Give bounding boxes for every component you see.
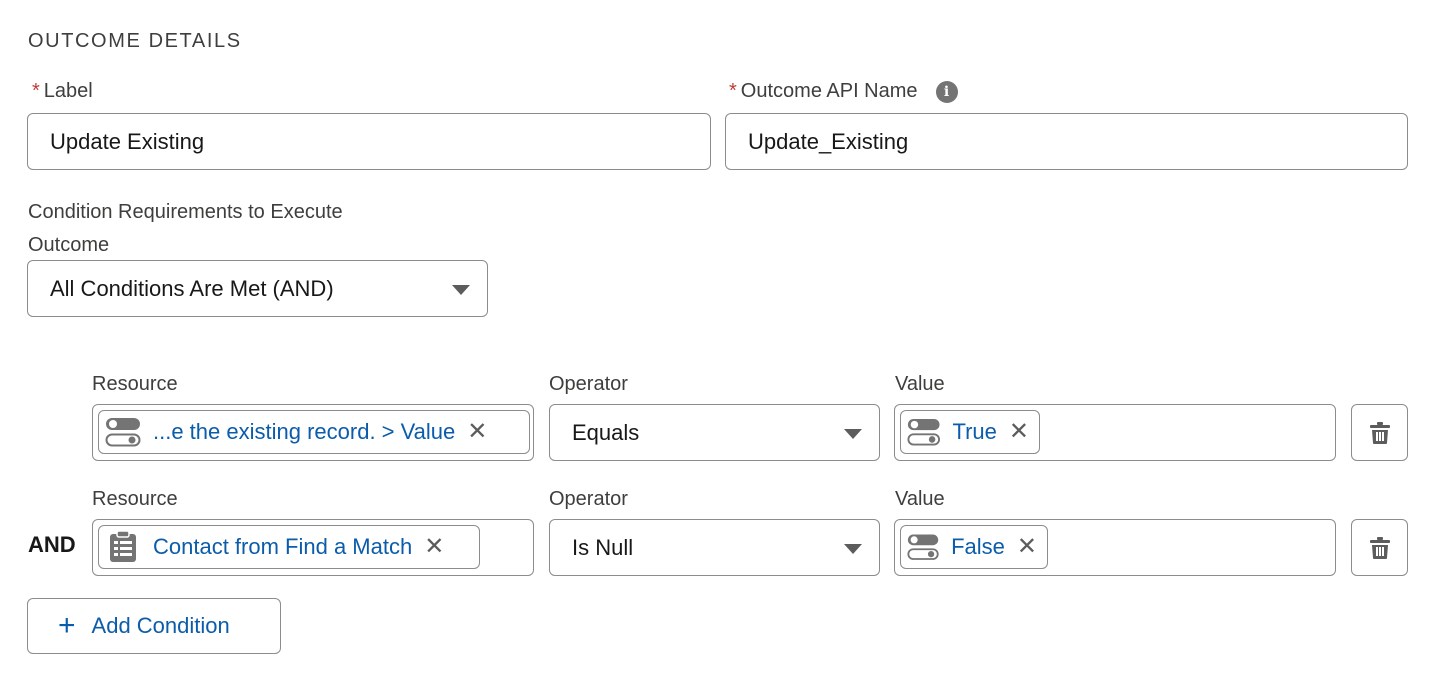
close-icon[interactable]: ✕ bbox=[467, 420, 487, 444]
resource-pill-label: Contact from Find a Match bbox=[153, 534, 413, 559]
add-condition-button[interactable]: + Add Condition bbox=[27, 598, 281, 654]
label-input-value: Update Existing bbox=[50, 128, 205, 154]
condition-requirements-select[interactable]: All Conditions Are Met (AND) bbox=[27, 260, 488, 317]
trash-icon bbox=[1369, 536, 1390, 559]
operator-select-value: Is Null bbox=[572, 534, 634, 560]
value-pill[interactable]: False ✕ bbox=[900, 525, 1048, 569]
operator-select-value: Equals bbox=[572, 419, 640, 445]
resource-pill[interactable]: ...e the existing record. > Value ✕ bbox=[98, 410, 530, 454]
value-pill-label: False bbox=[951, 534, 1005, 559]
chevron-down-icon bbox=[452, 285, 470, 295]
value-input[interactable]: False ✕ bbox=[894, 519, 1336, 576]
resource-label: Resource bbox=[92, 488, 178, 510]
value-label: Value bbox=[895, 373, 945, 395]
operator-select[interactable]: Is Null bbox=[549, 519, 880, 576]
condition-requirements-label-line2: Outcome bbox=[28, 234, 110, 256]
close-icon[interactable]: ✕ bbox=[1009, 420, 1029, 444]
value-label: Value bbox=[895, 488, 945, 510]
section-title: OUTCOME DETAILS bbox=[28, 30, 242, 52]
delete-condition-button[interactable] bbox=[1351, 404, 1408, 461]
value-pill[interactable]: True ✕ bbox=[900, 410, 1040, 454]
condition-requirements-label: Condition Requirements to Execute Outcom… bbox=[28, 196, 343, 262]
label-input[interactable]: Update Existing bbox=[27, 113, 711, 170]
required-marker: * bbox=[729, 80, 737, 102]
label-field-label-text: Label bbox=[43, 80, 93, 102]
resource-pill-label: ...e the existing record. > Value bbox=[153, 419, 456, 444]
value-pill-label: True bbox=[952, 419, 997, 444]
info-icon[interactable]: i bbox=[935, 80, 958, 103]
chevron-down-icon bbox=[844, 544, 862, 554]
toggle-icon bbox=[907, 534, 939, 560]
api-name-input-value: Update_Existing bbox=[748, 128, 909, 154]
operator-label: Operator bbox=[549, 488, 628, 510]
plus-icon: + bbox=[58, 609, 76, 642]
record-icon bbox=[110, 531, 136, 562]
resource-pill[interactable]: Contact from Find a Match ✕ bbox=[98, 525, 480, 569]
resource-label: Resource bbox=[92, 373, 178, 395]
api-name-field-label-text: Outcome API Name bbox=[740, 80, 918, 102]
close-icon[interactable]: ✕ bbox=[424, 535, 444, 559]
required-marker: * bbox=[32, 80, 40, 102]
close-icon[interactable]: ✕ bbox=[1017, 535, 1037, 559]
operator-select[interactable]: Equals bbox=[549, 404, 880, 461]
toggle-icon bbox=[105, 418, 141, 447]
toggle-icon bbox=[907, 418, 941, 446]
condition-requirements-select-value: All Conditions Are Met (AND) bbox=[50, 275, 334, 301]
trash-icon bbox=[1369, 421, 1390, 444]
add-condition-label: Add Condition bbox=[91, 613, 230, 638]
resource-input[interactable]: ...e the existing record. > Value ✕ bbox=[92, 404, 534, 461]
label-field-label: * Label bbox=[32, 80, 93, 103]
delete-condition-button[interactable] bbox=[1351, 519, 1408, 576]
api-name-field-label: * Outcome API Name i bbox=[729, 80, 958, 103]
chevron-down-icon bbox=[844, 429, 862, 439]
value-input[interactable]: True ✕ bbox=[894, 404, 1336, 461]
operator-label: Operator bbox=[549, 373, 628, 395]
resource-input[interactable]: Contact from Find a Match ✕ bbox=[92, 519, 534, 576]
condition-requirements-label-line1: Condition Requirements to Execute bbox=[28, 201, 343, 223]
api-name-input[interactable]: Update_Existing bbox=[725, 113, 1408, 170]
logic-and-label: AND bbox=[28, 532, 76, 557]
